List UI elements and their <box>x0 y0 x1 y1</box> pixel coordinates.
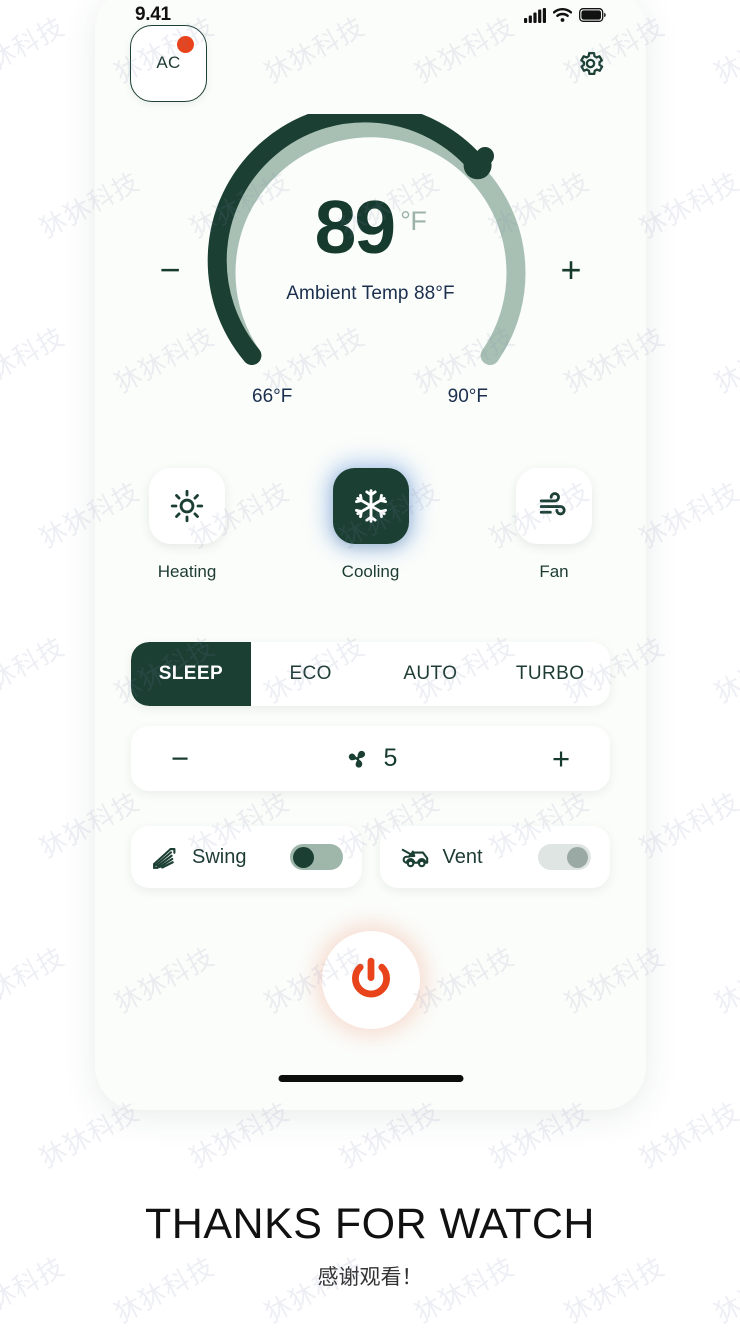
dial-arc <box>207 114 525 365</box>
fan-blade-icon <box>348 750 365 768</box>
watermark-text: 狇狇科技 <box>0 12 70 90</box>
watermark-text: 狇狇科技 <box>635 1097 740 1175</box>
fan-speed-decrease-button[interactable]: − <box>163 743 197 774</box>
car-vent-icon <box>401 848 428 868</box>
mode-heating[interactable]: Heating <box>135 468 239 582</box>
toggle-card-swing[interactable]: Swing <box>131 826 362 888</box>
fan-speed-increase-button[interactable]: + <box>544 743 578 774</box>
signal-bars-icon <box>524 7 546 23</box>
active-dot-icon <box>177 35 194 53</box>
watermark-text: 狇狇科技 <box>710 12 740 90</box>
device-card-ac[interactable]: AC <box>130 24 207 102</box>
footer-title: THANKS FOR WATCH <box>145 1200 595 1248</box>
watermark-text: 狇狇科技 <box>635 477 740 555</box>
temperature-dial[interactable]: 89 °F Ambient Temp 88°F − + 66°F 90°F <box>95 114 646 444</box>
top-bar: AC <box>95 22 646 104</box>
watermark-text: 狇狇科技 <box>0 322 70 400</box>
watermark-text: 狇狇科技 <box>635 787 740 865</box>
temp-decrease-button[interactable]: − <box>150 252 190 288</box>
tab-sleep[interactable]: SLEEP <box>131 642 251 706</box>
footer: THANKS FOR WATCH 感谢观看！ <box>0 1200 740 1291</box>
toggle-label-vent: Vent <box>442 845 483 868</box>
mode-cooling-tile[interactable] <box>332 468 409 544</box>
fan-speed-stepper: − 5 + <box>131 726 610 791</box>
mode-heating-tile[interactable] <box>149 468 225 544</box>
feature-toggles: Swing Vent <box>131 826 610 888</box>
watermark-text: 狇狇科技 <box>710 632 740 710</box>
fan-speed-readout: 5 <box>344 744 398 773</box>
power-icon <box>351 957 390 998</box>
toggle-knob-vent <box>567 846 588 868</box>
home-indicator <box>278 1075 463 1082</box>
snowflake-icon <box>354 489 387 523</box>
tab-eco[interactable]: ECO <box>251 642 371 706</box>
mode-selector: Heating Cooling Fan <box>95 468 646 582</box>
mode-heating-label: Heating <box>157 562 217 581</box>
watermark-text: 狇狇科技 <box>635 167 740 245</box>
range-min-label: 66°F <box>252 386 293 407</box>
phone-frame: 9.41 AC 89 °F Ambient Temp 88°F − + 66°F… <box>95 0 646 1110</box>
sun-icon <box>170 489 204 523</box>
tab-turbo[interactable]: TURBO <box>490 642 610 706</box>
toggle-card-vent[interactable]: Vent <box>379 826 610 888</box>
toggle-switch-swing[interactable] <box>289 844 343 870</box>
watermark-text: 狇狇科技 <box>710 322 740 400</box>
mode-cooling-label: Cooling <box>341 562 400 581</box>
wind-icon <box>539 492 566 516</box>
tab-auto[interactable]: AUTO <box>371 642 491 706</box>
toggle-knob-swing <box>292 846 314 868</box>
swing-louver-icon <box>153 847 176 869</box>
wifi-icon <box>553 8 572 22</box>
watermark-text: 狇狇科技 <box>0 632 70 710</box>
battery-full-icon <box>579 8 606 22</box>
toggle-label-swing: Swing <box>192 845 247 868</box>
preset-tabs: SLEEP ECO AUTO TURBO <box>131 642 610 706</box>
mode-cooling[interactable]: Cooling <box>319 468 423 582</box>
watermark-text: 狇狇科技 <box>710 942 740 1020</box>
toggle-switch-vent[interactable] <box>538 844 591 870</box>
status-icons <box>524 7 606 23</box>
mode-fan[interactable]: Fan <box>502 468 606 582</box>
mode-fan-tile[interactable] <box>516 468 592 544</box>
settings-button[interactable] <box>570 43 610 83</box>
gear-icon <box>579 51 603 75</box>
temp-increase-button[interactable]: + <box>551 252 591 288</box>
footer-subtitle: 感谢观看！ <box>317 1265 423 1289</box>
watermark-text: 狇狇科技 <box>0 942 70 1020</box>
range-max-label: 90°F <box>447 386 488 407</box>
fan-speed-value: 5 <box>383 744 398 772</box>
power-button[interactable] <box>321 931 420 1029</box>
device-card-label: AC <box>156 53 181 72</box>
mode-fan-label: Fan <box>539 562 569 581</box>
